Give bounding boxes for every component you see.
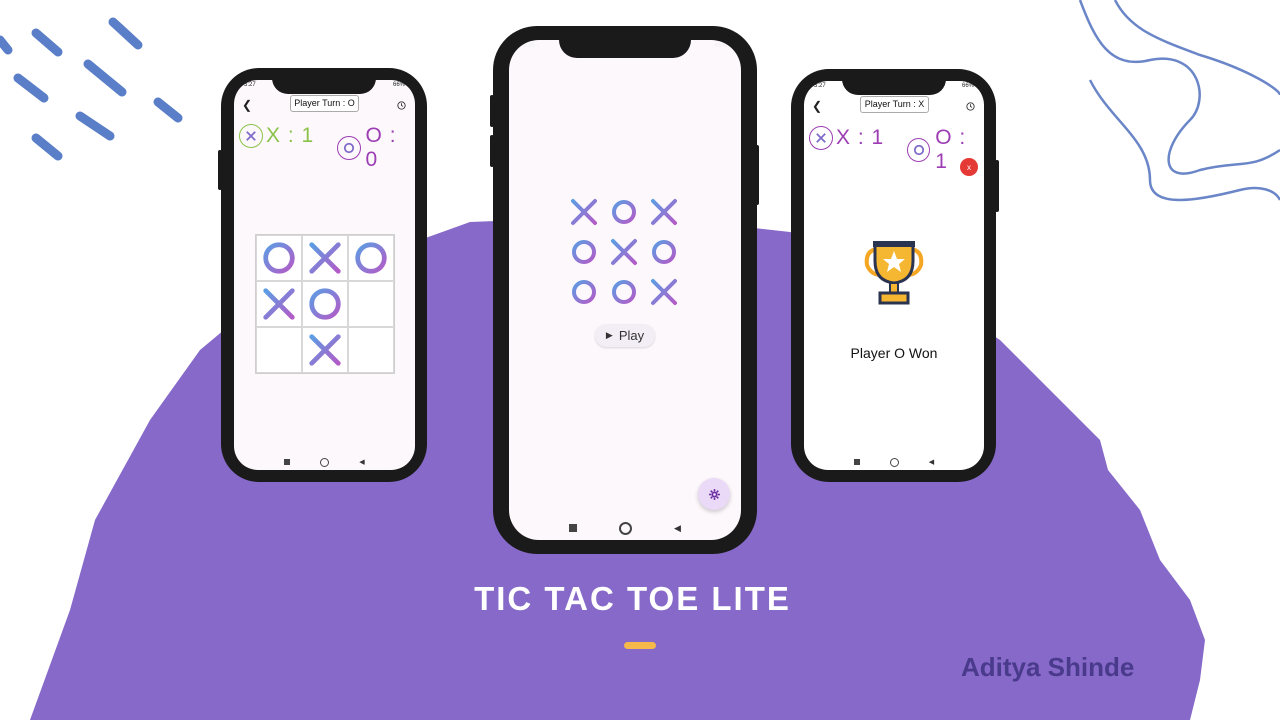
brush-strokes (0, 17, 183, 161)
board-cell[interactable] (348, 281, 394, 327)
board-cell[interactable] (256, 327, 302, 373)
phone-center: 3:26 66% ▶ Play ◀ (493, 26, 757, 554)
board-cell[interactable] (302, 281, 348, 327)
logo-x-mark (611, 239, 637, 265)
board-cell[interactable] (302, 327, 348, 373)
board-cell[interactable] (256, 235, 302, 281)
close-button[interactable]: x (960, 158, 978, 176)
author-name: Aditya Shinde (961, 652, 1135, 682)
phone-side-button (490, 95, 494, 127)
status-time: 3:27 (814, 83, 826, 89)
battery-status: 66% (714, 43, 727, 49)
play-label: Play (618, 328, 645, 343)
settings-button[interactable] (698, 478, 730, 510)
logo-x-mark (651, 279, 677, 305)
score-x: X : 1 (809, 126, 884, 150)
o-mark-icon (355, 242, 387, 274)
board-cell[interactable] (348, 235, 394, 281)
status-time: 3:26 (523, 43, 535, 49)
x-badge-icon (809, 126, 833, 150)
phone-side-button (995, 160, 999, 212)
app-logo (564, 192, 684, 312)
o-badge-icon (907, 138, 931, 162)
phone-right-screen: 3:27 66% ❮ Player Turn : X X : 1 O : 1 x (804, 81, 984, 470)
logo-o-mark (612, 280, 636, 304)
back-arrow-icon[interactable]: ❮ (812, 99, 822, 113)
score-x: X : 1 (239, 124, 314, 148)
logo-x-mark (651, 199, 677, 225)
recent-apps-icon[interactable] (284, 459, 291, 465)
phone-notch (559, 38, 691, 58)
logo-o-mark (652, 240, 676, 264)
phone-side-button (755, 145, 759, 205)
recent-apps-icon[interactable] (853, 459, 860, 465)
board-cell[interactable] (256, 281, 302, 327)
score-x-text: X : 1 (266, 124, 315, 147)
logo-o-mark (572, 280, 596, 304)
score-o: O : 0 (337, 124, 415, 172)
trophy-icon (863, 239, 925, 312)
battery-status: 66% (961, 83, 974, 89)
phone-notch (272, 78, 376, 94)
phone-right: 3:27 66% ❮ Player Turn : X X : 1 O : 1 x (791, 69, 996, 482)
x-mark-icon (309, 334, 341, 366)
back-arrow-icon[interactable]: ❮ (242, 98, 252, 112)
logo-o-mark (572, 240, 596, 264)
score-x-text: X : 1 (836, 126, 885, 149)
nav-bar: ◀ (234, 456, 415, 468)
play-button[interactable]: ▶ Play (595, 324, 655, 347)
x-mark-icon (309, 242, 341, 274)
game-board (255, 234, 395, 374)
logo-o-mark (612, 200, 636, 224)
back-nav-icon[interactable]: ◀ (359, 458, 364, 466)
play-icon: ▶ (605, 330, 613, 340)
board-cell[interactable] (348, 327, 394, 373)
o-badge-icon (337, 136, 361, 160)
x-mark-icon (263, 288, 295, 320)
x-badge-icon (239, 124, 263, 148)
phone-notch (842, 79, 946, 95)
player-turn-label: Player Turn : X (860, 96, 929, 113)
phone-center-screen: 3:26 66% ▶ Play ◀ (509, 40, 741, 540)
back-nav-icon[interactable]: ◀ (674, 523, 681, 534)
accent-dash (624, 642, 656, 649)
squiggle-line (1078, 0, 1280, 175)
score-o-text: O : 0 (365, 124, 397, 171)
back-nav-icon[interactable]: ◀ (929, 458, 934, 466)
home-icon[interactable] (320, 457, 330, 467)
gear-icon (708, 488, 720, 500)
phone-side-button (218, 150, 222, 190)
home-icon[interactable] (619, 521, 633, 535)
history-icon[interactable] (396, 98, 407, 116)
recent-apps-icon[interactable] (569, 524, 578, 532)
board-cell[interactable] (302, 235, 348, 281)
squiggle-line-3 (1088, 79, 1280, 202)
phone-side-button (490, 135, 494, 167)
home-icon[interactable] (889, 457, 899, 467)
nav-bar: ◀ (509, 520, 741, 536)
status-time: 3:27 (244, 82, 256, 88)
result-text: Player O Won (850, 345, 938, 361)
o-mark-icon (263, 242, 295, 274)
phone-left: 3:27 66% ❮ Player Turn : O X : 1 O : 0 ◀ (221, 68, 427, 482)
logo-x-mark (571, 199, 597, 225)
phone-left-screen: 3:27 66% ❮ Player Turn : O X : 1 O : 0 ◀ (234, 80, 415, 470)
history-icon[interactable] (965, 99, 976, 117)
page-title: TIC TAC TOE LITE (474, 580, 791, 617)
player-turn-label: Player Turn : O (290, 95, 359, 112)
o-mark-icon (309, 288, 341, 320)
battery-status: 66% (392, 82, 405, 88)
nav-bar: ◀ (804, 456, 984, 468)
